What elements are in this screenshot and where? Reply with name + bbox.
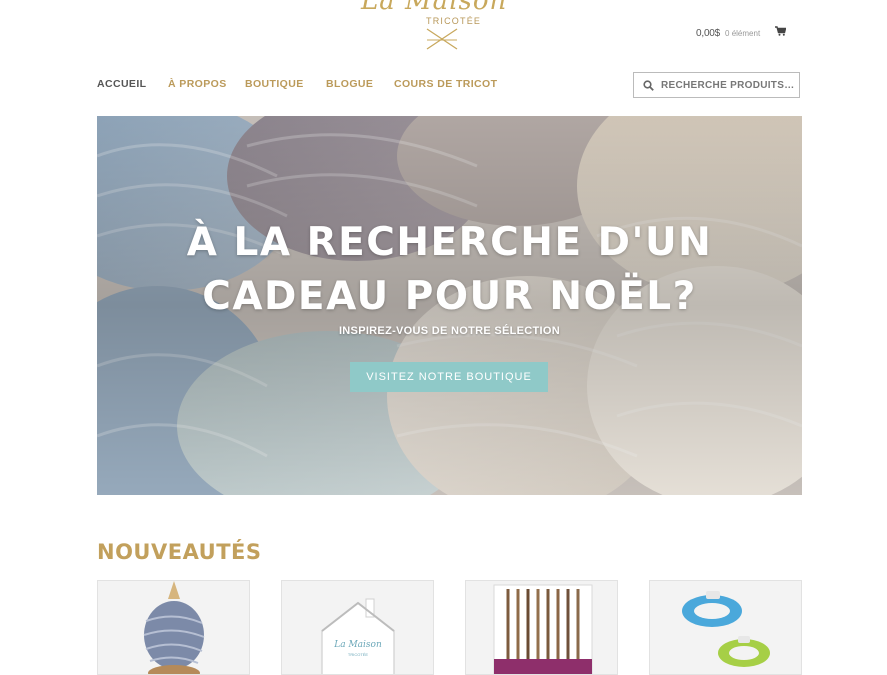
logo-subtitle: TRICOTÉE bbox=[426, 16, 482, 26]
cart-amount: 0,00$ bbox=[696, 28, 721, 39]
product-image-pompom-makers bbox=[650, 581, 801, 674]
hero-subtitle: INSPIREZ-VOUS DE NOTRE SÉLECTION bbox=[338, 325, 561, 337]
hero-title: À LA RECHERCHE D'UN CADEAU POUR NOËL? bbox=[97, 216, 802, 324]
hero-title-line-2: CADEAU POUR NOËL? bbox=[202, 274, 697, 319]
mini-cart[interactable]: 0,00$ 0 élément bbox=[696, 23, 786, 39]
site-logo[interactable]: La Maison TRICOTÉE bbox=[355, 0, 520, 54]
new-products-title: NOUVEAUTÉS bbox=[97, 540, 262, 564]
product-card-pompom-makers[interactable] bbox=[649, 580, 802, 675]
product-search bbox=[633, 72, 800, 98]
product-image-needles-set bbox=[466, 581, 617, 674]
logo-script: La Maison bbox=[361, 0, 508, 16]
hero-banner: À LA RECHERCHE D'UN CADEAU POUR NOËL? IN… bbox=[97, 116, 802, 495]
svg-text:La Maison: La Maison bbox=[333, 640, 382, 650]
nav-item-accueil[interactable]: ACCUEIL bbox=[97, 78, 146, 90]
product-card-needles-set[interactable] bbox=[465, 580, 618, 675]
cart-item-count: 0 élément bbox=[725, 29, 761, 38]
nav-item-boutique[interactable]: BOUTIQUE bbox=[245, 78, 304, 90]
cart-icon[interactable] bbox=[775, 26, 786, 36]
visit-shop-button[interactable]: VISITEZ NOTRE BOUTIQUE bbox=[350, 362, 548, 392]
product-image-yarn-ball bbox=[98, 581, 249, 674]
search-input[interactable] bbox=[661, 77, 795, 94]
nav-item-cours-de-tricot[interactable]: COURS DE TRICOT bbox=[394, 78, 497, 90]
product-card-house-bowl[interactable]: La Maison TRICOTÉE bbox=[281, 580, 434, 675]
hero-title-line-1: À LA RECHERCHE D'UN bbox=[186, 220, 713, 265]
product-card-yarn-ball[interactable] bbox=[97, 580, 250, 675]
knitting-needles-icon bbox=[426, 28, 458, 50]
product-image-house-bowl: La Maison TRICOTÉE bbox=[282, 581, 433, 674]
nav-item-a-propos[interactable]: À PROPOS bbox=[168, 78, 227, 90]
svg-text:TRICOTÉE: TRICOTÉE bbox=[348, 652, 369, 657]
nav-item-blogue[interactable]: BLOGUE bbox=[326, 78, 373, 90]
search-icon[interactable] bbox=[643, 80, 654, 91]
